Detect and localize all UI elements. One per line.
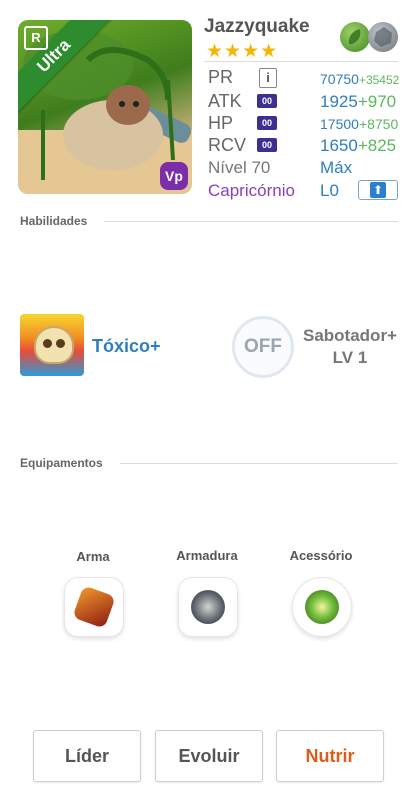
leader-button[interactable]: Líder <box>33 730 141 782</box>
atk-tag: 00 <box>257 94 277 108</box>
skull-shape <box>34 326 74 364</box>
rock-icon <box>368 22 398 52</box>
secondary-skill-level: LV 1 <box>332 348 368 367</box>
weapon-claw-icon <box>72 585 116 629</box>
slot-weapon[interactable] <box>64 577 124 637</box>
stat-pr-label: PR <box>208 67 234 87</box>
skills-title: Habilidades <box>20 214 88 228</box>
skills-divider <box>104 221 398 222</box>
upgrade-sign-button[interactable]: ⬆ <box>358 180 398 200</box>
arrow-up-icon: ⬆ <box>370 182 386 198</box>
rarity-badge: R <box>24 26 48 50</box>
zodiac-level: L0 <box>320 181 339 200</box>
zodiac-sign: Capricórnio <box>208 181 295 200</box>
info-icon[interactable]: i <box>259 68 277 88</box>
equipment-title: Equipamentos <box>20 456 103 470</box>
stat-hp-label: HP <box>208 113 234 133</box>
atk-value: 1925 <box>320 92 358 111</box>
slot-armor[interactable] <box>178 577 238 637</box>
stat-pr-value: 70750+35452 <box>320 71 399 87</box>
skill-toggle-off[interactable]: OFF <box>232 316 294 378</box>
feed-button[interactable]: Nutrir <box>276 730 384 782</box>
level-value: Máx <box>320 158 353 177</box>
pr-value: 70750 <box>320 71 359 87</box>
hp-bonus: +8750 <box>358 116 399 132</box>
slot-accessory[interactable] <box>292 577 352 637</box>
stat-atk-label: ATK <box>208 91 242 111</box>
armor-shield-icon <box>191 590 225 624</box>
secondary-skill[interactable]: Sabotador+ LV 1 <box>300 325 400 369</box>
stat-rcv-label: RCV <box>208 135 247 155</box>
primary-skill-name[interactable]: Tóxico+ <box>92 336 161 357</box>
vp-icon: Vp <box>160 162 188 190</box>
slot-weapon-label: Arma <box>76 549 110 564</box>
monster-name: Jazzyquake <box>204 16 310 37</box>
evolve-button[interactable]: Evoluir <box>155 730 263 782</box>
star-rating: ★★★★ <box>206 41 279 62</box>
hp-tag: 00 <box>257 116 277 130</box>
atk-bonus: +970 <box>357 92 397 111</box>
slot-accessory-label: Acessório <box>289 548 353 563</box>
equipment-divider <box>120 463 398 464</box>
secondary-skill-name: Sabotador+ <box>303 326 397 345</box>
slot-armor-label: Armadura <box>176 548 238 563</box>
hp-value: 17500 <box>320 116 359 132</box>
level-label: Nível 70 <box>208 158 271 177</box>
stat-rcv-value: 1650+825 <box>320 136 396 156</box>
toxic-skull-icon[interactable] <box>20 314 84 376</box>
stat-hp-value: 17500+8750 <box>320 116 398 132</box>
monster-portrait[interactable]: Ultra R Vp <box>18 20 192 194</box>
rcv-tag: 00 <box>257 138 277 152</box>
rcv-value: 1650 <box>320 136 358 155</box>
divider <box>204 61 398 62</box>
accessory-gem-icon <box>305 590 339 624</box>
stat-atk-value: 1925+970 <box>320 92 396 112</box>
pr-bonus: +35452 <box>358 73 400 87</box>
leaf-icon <box>340 22 370 52</box>
rcv-bonus: +825 <box>357 136 397 155</box>
